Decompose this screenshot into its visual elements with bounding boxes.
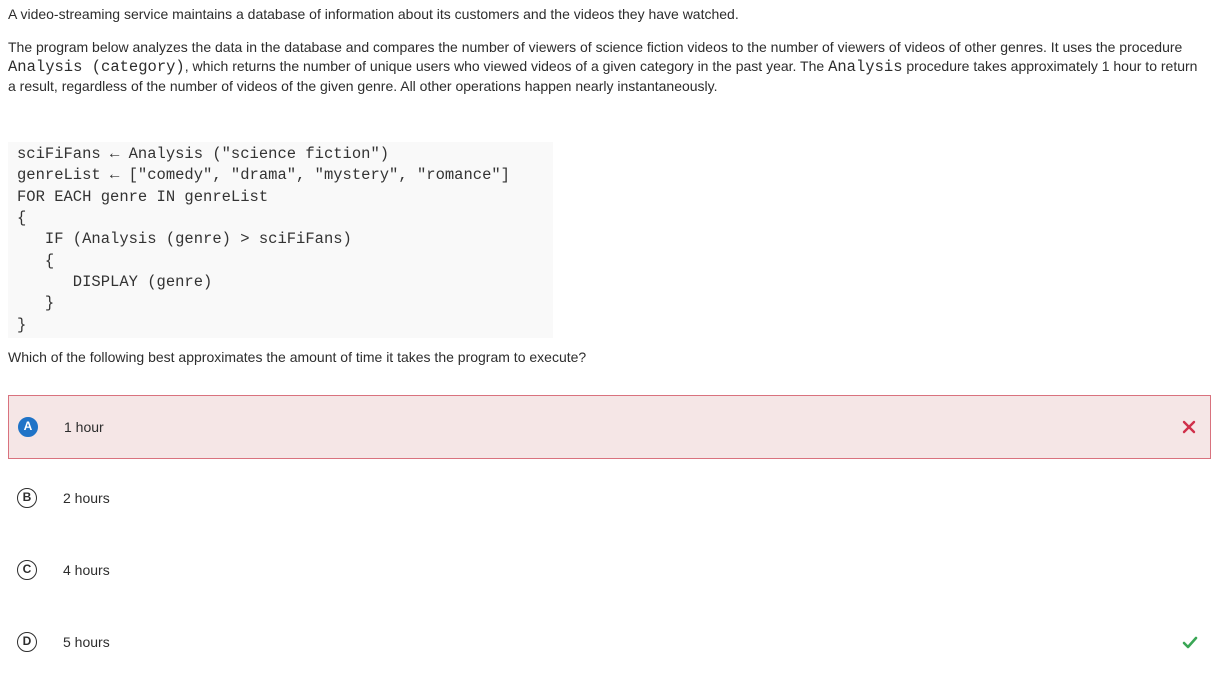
option-letter-a: A — [18, 417, 38, 437]
code-block: sciFiFans ← Analysis ("science fiction")… — [8, 142, 553, 338]
x-icon — [1182, 420, 1196, 434]
option-text-c: 4 hours — [63, 562, 110, 578]
code-line-7: DISPLAY (genre) — [17, 273, 213, 291]
code-line-1: sciFiFans ← Analysis ("science fiction") — [17, 145, 390, 163]
description-text-1: The program below analyzes the data in t… — [8, 39, 1183, 55]
problem-description: The program below analyzes the data in t… — [8, 38, 1198, 96]
option-letter-c: C — [17, 560, 37, 580]
code-line-8: } — [17, 294, 55, 312]
code-line-9: } — [17, 316, 27, 334]
answer-option-c[interactable]: C 4 hours — [8, 539, 1211, 603]
description-text-2: , which returns the number of unique use… — [184, 58, 829, 74]
option-text-a: 1 hour — [64, 419, 104, 435]
code-line-2: genreList ← ["comedy", "drama", "mystery… — [17, 166, 510, 184]
answer-option-d[interactable]: D 5 hours — [8, 611, 1211, 675]
answer-option-b[interactable]: B 2 hours — [8, 467, 1211, 531]
option-text-d: 5 hours — [63, 634, 110, 650]
option-text-b: 2 hours — [63, 490, 110, 506]
option-letter-b: B — [17, 488, 37, 508]
code-line-3: FOR EACH genre IN genreList — [17, 188, 269, 206]
question-text: Which of the following best approximates… — [8, 349, 587, 365]
answer-option-a[interactable]: A 1 hour — [8, 395, 1211, 459]
inline-code-analysis-category: Analysis (category) — [8, 58, 185, 76]
code-line-6: { — [17, 252, 55, 270]
code-line-4: { — [17, 209, 27, 227]
intro-text: A video-streaming service maintains a da… — [8, 6, 739, 22]
code-line-5: IF (Analysis (genre) > sciFiFans) — [17, 230, 352, 248]
check-icon — [1182, 636, 1198, 649]
inline-code-analysis: Analysis — [828, 58, 903, 76]
option-letter-d: D — [17, 632, 37, 652]
